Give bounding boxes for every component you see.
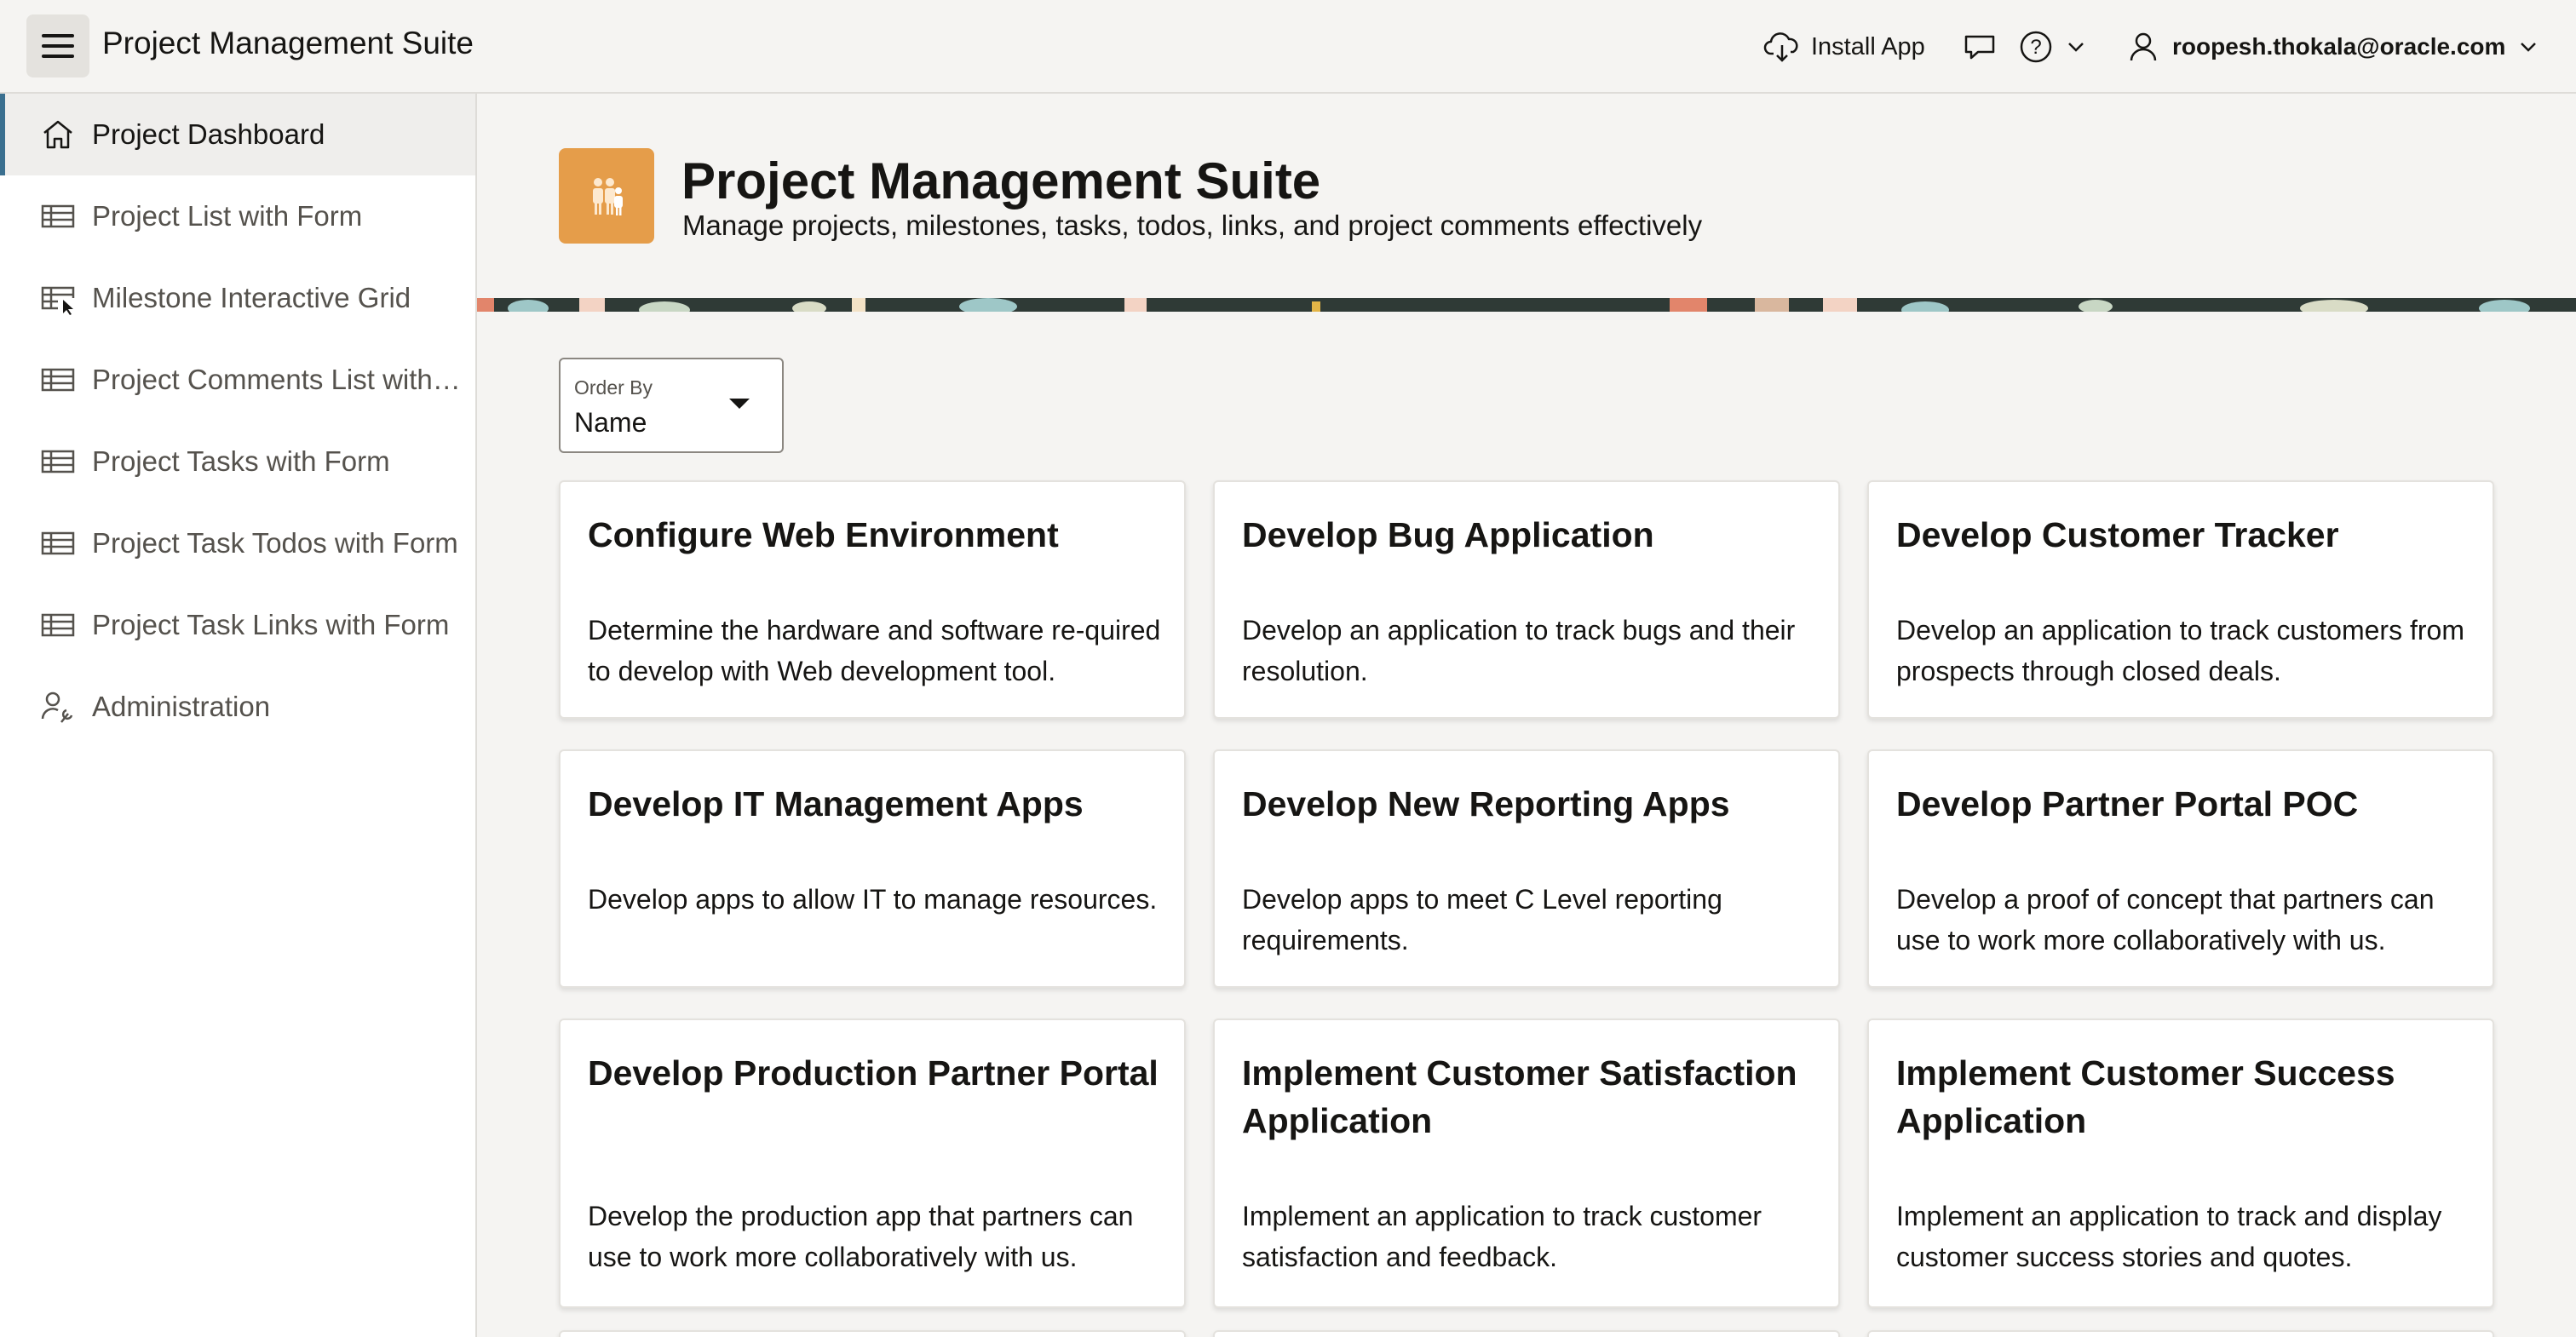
user-menu-button[interactable]: roopesh.thokala@oracle.com xyxy=(2125,0,2559,94)
app-header: Project Management Suite Install App ? r… xyxy=(0,0,2576,94)
sidebar-item-label: Project Task Links with Form xyxy=(92,609,450,640)
project-card-description: Develop apps to allow IT to manage resou… xyxy=(588,884,1158,915)
sidebar-item-label: Project Dashboard xyxy=(92,118,325,150)
svg-text:?: ? xyxy=(2030,36,2041,59)
table-icon xyxy=(39,606,77,644)
project-card-description: Develop a proof of concept that partners… xyxy=(1896,884,2435,955)
table-icon xyxy=(39,361,77,399)
table-icon xyxy=(39,525,77,562)
menu-toggle-button[interactable] xyxy=(26,14,89,77)
caret-down-icon xyxy=(729,399,750,409)
user-icon xyxy=(2130,32,2157,61)
project-card[interactable]: Implement Customer Success Application I… xyxy=(1867,1019,2494,1308)
project-card[interactable]: Develop Production Partner Portal Develo… xyxy=(559,1019,1186,1308)
order-by-label: Order By xyxy=(574,376,653,399)
sidebar-item-project-comments[interactable]: Project Comments List with Form xyxy=(0,339,475,421)
project-card[interactable]: Configure Web Environment Determine the … xyxy=(559,480,1186,719)
page-title: Project Management Suite xyxy=(681,152,1321,209)
project-card-description: Develop an application to track customer… xyxy=(1896,615,2464,686)
sidebar-item-label: Project Task Todos with Form xyxy=(92,527,458,559)
feedback-button[interactable] xyxy=(1958,0,2002,94)
app-title[interactable]: Project Management Suite xyxy=(102,26,474,61)
project-card-partial[interactable] xyxy=(559,1330,1186,1337)
sidebar-item-administration[interactable]: Administration xyxy=(0,666,475,748)
page-subtitle: Manage projects, milestones, tasks, todo… xyxy=(682,209,1703,241)
project-card-title: Develop IT Management Apps xyxy=(588,784,1084,823)
project-card-title: Configure Web Environment xyxy=(588,515,1059,554)
help-icon: ? xyxy=(2020,31,2052,63)
sidebar-item-project-list[interactable]: Project List with Form xyxy=(0,175,475,257)
sidebar-item-label: Project Tasks with Form xyxy=(92,445,390,477)
table-icon xyxy=(39,443,77,480)
help-menu-button[interactable]: ? xyxy=(2017,0,2102,94)
wrench-user-icon xyxy=(39,688,77,726)
project-card-title: Implement Customer Satisfaction Applicat… xyxy=(1242,1053,1797,1140)
project-card-title: Develop New Reporting Apps xyxy=(1242,784,1730,823)
sidebar-item-label: Milestone Interactive Grid xyxy=(92,282,411,313)
project-card-description: Determine the hardware and software re-q… xyxy=(588,615,1161,686)
project-card-description: Implement an application to track and di… xyxy=(1896,1201,2442,1272)
chevron-down-icon xyxy=(2068,43,2084,52)
project-card[interactable]: Develop Bug Application Develop an appli… xyxy=(1213,480,1840,719)
user-name: roopesh.thokala@oracle.com xyxy=(2172,33,2506,60)
header-actions: Install App ? roopesh.thokala@oracle.com xyxy=(1724,0,2576,94)
chat-bubble-icon xyxy=(1964,35,1995,60)
project-card-description: Develop apps to meet C Level reporting r… xyxy=(1242,884,1722,955)
sidebar-item-label: Project List with Form xyxy=(92,200,363,232)
hamburger-icon-bar xyxy=(42,34,74,37)
project-card[interactable]: Develop Customer Tracker Develop an appl… xyxy=(1867,480,2494,719)
project-card-title: Develop Customer Tracker xyxy=(1896,515,2339,554)
hamburger-icon-bar xyxy=(42,55,74,58)
sidebar-item-project-tasks[interactable]: Project Tasks with Form xyxy=(0,421,475,502)
install-app-button[interactable]: Install App xyxy=(1763,0,1959,94)
project-card-title: Develop Production Partner Portal xyxy=(588,1053,1159,1093)
project-card-title: Implement Customer Success Application xyxy=(1896,1053,2395,1140)
project-card-partial[interactable] xyxy=(1867,1330,2494,1337)
people-icon xyxy=(559,148,654,244)
sidebar-item-label: Administration xyxy=(92,691,271,722)
project-card-partial[interactable] xyxy=(1213,1330,1840,1337)
install-app-label: Install App xyxy=(1811,32,1925,60)
project-card-description: Implement an application to track custom… xyxy=(1242,1201,1762,1272)
decorative-banner xyxy=(477,298,2576,312)
hamburger-icon-bar xyxy=(42,44,74,48)
sidebar-item-project-dashboard[interactable]: Project Dashboard xyxy=(0,94,475,175)
order-by-value: Name xyxy=(574,407,647,438)
grid-cursor-icon xyxy=(39,279,77,317)
sidebar-item-label: Project Comments List with Form xyxy=(92,364,467,395)
order-by-select[interactable]: Order By Name xyxy=(559,358,784,453)
home-icon xyxy=(39,116,77,153)
project-card-description: Develop an application to track bugs and… xyxy=(1242,615,1796,686)
sidebar-item-task-links[interactable]: Project Task Links with Form xyxy=(0,584,475,666)
cloud-download-icon xyxy=(1763,32,1798,62)
sidebar-item-task-todos[interactable]: Project Task Todos with Form xyxy=(0,502,475,584)
sidebar-item-milestone-grid[interactable]: Milestone Interactive Grid xyxy=(0,257,475,339)
project-card[interactable]: Implement Customer Satisfaction Applicat… xyxy=(1213,1019,1840,1308)
navigation-sidebar: Project Dashboard Project List with Form… xyxy=(0,94,477,1337)
project-card-description: Develop the production app that partners… xyxy=(588,1201,1134,1272)
project-card-title: Develop Bug Application xyxy=(1242,515,1654,554)
main-content: Project Management Suite Manage projects… xyxy=(477,94,2576,1337)
table-icon xyxy=(39,198,77,235)
project-card-title: Develop Partner Portal POC xyxy=(1896,784,2359,823)
project-card[interactable]: Develop New Reporting Apps Develop apps … xyxy=(1213,749,1840,988)
project-card[interactable]: Develop IT Management Apps Develop apps … xyxy=(559,749,1186,988)
project-card[interactable]: Develop Partner Portal POC Develop a pro… xyxy=(1867,749,2494,988)
chevron-down-icon xyxy=(2521,43,2537,52)
